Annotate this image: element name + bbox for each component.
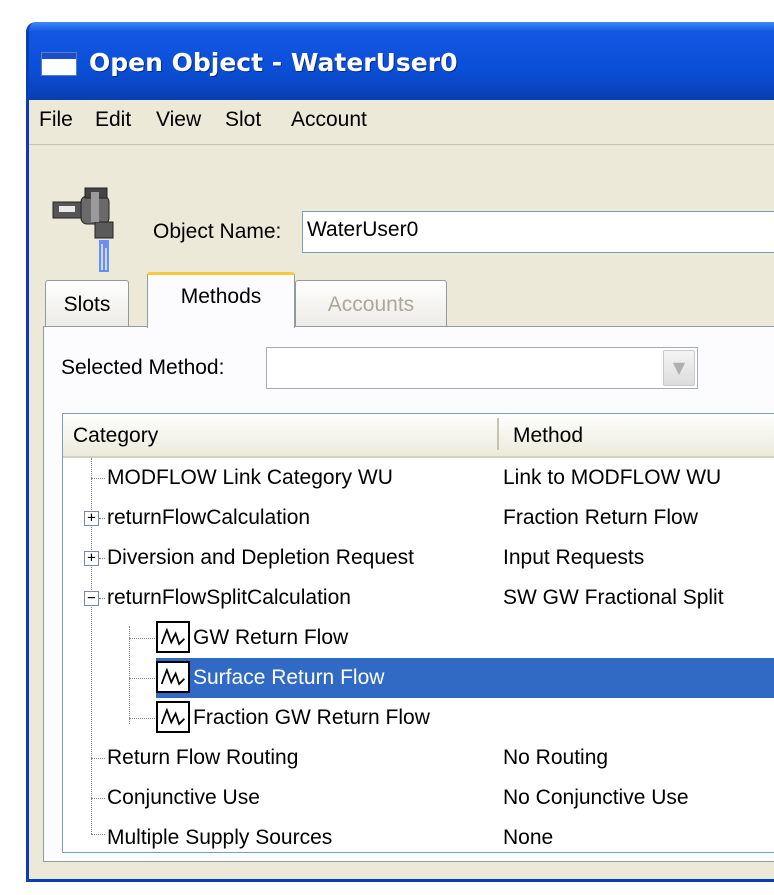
tree-line	[129, 638, 155, 639]
row-method: No Routing	[503, 746, 609, 769]
series-slot-icon	[156, 621, 190, 653]
tree-row[interactable]: + returnFlowCalculation Fraction Return …	[63, 498, 774, 538]
row-category: returnFlowCalculation	[107, 506, 311, 529]
series-slot-icon	[156, 701, 190, 733]
row-slot: Fraction GW Return Flow	[193, 706, 430, 729]
tree-line	[91, 798, 105, 799]
tree-row[interactable]: Conjunctive Use No Conjunctive Use	[63, 778, 774, 818]
row-category: returnFlowSplitCalculation	[107, 586, 351, 609]
tree-row[interactable]: Fraction GW Return Flow	[63, 698, 774, 738]
object-name-row: Object Name: WaterUser0	[29, 146, 774, 286]
tree-row[interactable]: − returnFlowSplitCalculation SW GW Fract…	[63, 578, 774, 618]
column-category[interactable]: Category	[73, 424, 158, 448]
row-category: Return Flow Routing	[107, 746, 299, 769]
tree-header: Category Method	[63, 414, 774, 458]
selected-method-label: Selected Method:	[61, 356, 225, 379]
column-method[interactable]: Method	[513, 424, 583, 448]
title-bar[interactable]: Open Object - WaterUser0	[29, 22, 774, 100]
expand-icon[interactable]: +	[84, 511, 99, 526]
menu-account[interactable]: Account	[291, 108, 367, 132]
tree-row-selected[interactable]: Surface Return Flow	[63, 658, 774, 698]
object-name-label: Object Name:	[153, 220, 282, 243]
menu-slot[interactable]: Slot	[225, 108, 261, 132]
row-category: Multiple Supply Sources	[107, 826, 333, 849]
row-method: SW GW Fractional Split	[503, 586, 724, 609]
expand-icon[interactable]: +	[84, 551, 99, 566]
row-category: Conjunctive Use	[107, 786, 260, 809]
row-method: None	[503, 826, 554, 849]
row-method: Input Requests	[503, 546, 645, 569]
selected-method-dropdown[interactable]: ▼	[266, 347, 698, 389]
tree-line	[99, 598, 105, 599]
tree-row[interactable]: + Diversion and Depletion Request Input …	[63, 538, 774, 578]
tree-line	[91, 758, 105, 759]
menu-bar: File Edit View Slot Account	[29, 100, 774, 145]
collapse-icon[interactable]: −	[84, 591, 99, 606]
tab-accounts[interactable]: Accounts	[295, 280, 447, 326]
tab-slots[interactable]: Slots	[45, 280, 129, 326]
row-method: No Conjunctive Use	[503, 786, 689, 809]
menu-edit[interactable]: Edit	[95, 108, 131, 132]
tree-line	[129, 678, 155, 679]
series-slot-icon	[156, 661, 190, 693]
tree-line	[129, 718, 155, 719]
tree-line	[99, 558, 105, 559]
tree-line	[99, 518, 105, 519]
tree-line	[91, 478, 105, 479]
menu-view[interactable]: View	[156, 108, 201, 132]
tree-row[interactable]: Return Flow Routing No Routing	[63, 738, 774, 778]
menu-file[interactable]: File	[39, 108, 73, 132]
tab-methods[interactable]: Methods	[147, 272, 295, 328]
row-method: Fraction Return Flow	[503, 506, 698, 529]
tree-row[interactable]: MODFLOW Link Category WU Link to MODFLOW…	[63, 458, 774, 498]
row-slot: GW Return Flow	[193, 626, 349, 649]
row-slot: Surface Return Flow	[193, 666, 385, 689]
column-divider[interactable]	[497, 418, 499, 450]
tree-row[interactable]: Multiple Supply Sources None	[63, 818, 774, 852]
method-tree[interactable]: Category Method MODFLOW Link Category WU…	[62, 413, 774, 853]
row-category: Diversion and Depletion Request	[107, 546, 415, 569]
tree-line	[91, 834, 105, 835]
row-category: MODFLOW Link Category WU	[107, 466, 393, 489]
window-title: Open Object - WaterUser0	[89, 48, 458, 77]
chevron-down-icon[interactable]: ▼	[663, 350, 695, 386]
open-object-window: Open Object - WaterUser0 File Edit View …	[26, 22, 774, 882]
water-faucet-icon	[52, 187, 114, 272]
tree-row[interactable]: GW Return Flow	[63, 618, 774, 658]
window-icon	[41, 52, 77, 76]
methods-panel: Selected Method: ▼ Category Method MODFL…	[43, 326, 774, 862]
object-name-field[interactable]: WaterUser0	[302, 211, 774, 253]
row-method: Link to MODFLOW WU	[503, 466, 722, 489]
